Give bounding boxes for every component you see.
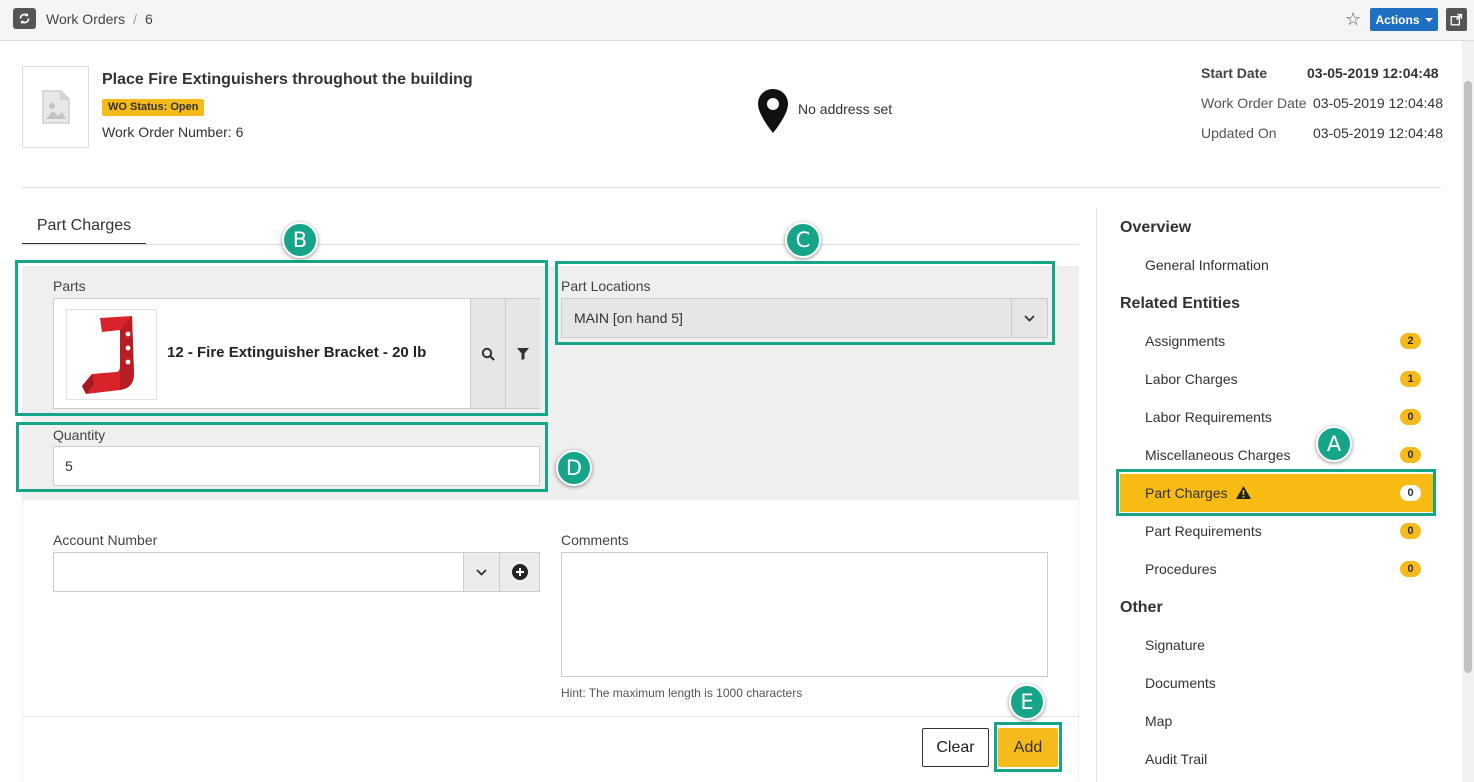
sidebar-item-label: Labor Charges — [1145, 371, 1238, 387]
meta-value: 03-05-2019 12:04:48 — [1307, 65, 1439, 81]
sidebar-item-label: Audit Trail — [1145, 751, 1208, 767]
sidebar-item-documents[interactable]: Documents — [1120, 664, 1433, 702]
form-footer-divider — [22, 716, 1079, 717]
sidebar-item-label: General Information — [1145, 257, 1269, 273]
count-badge: 0 — [1400, 561, 1421, 577]
comments-hint: Hint: The maximum length is 1000 charact… — [561, 686, 803, 700]
top-bar: Work Orders / 6 ☆ Actions — [0, 0, 1474, 41]
breadcrumb-work-orders[interactable]: Work Orders — [46, 11, 125, 27]
callout-box-parts — [15, 260, 548, 416]
sidebar-item-signature[interactable]: Signature — [1120, 626, 1433, 664]
comments-label: Comments — [561, 532, 629, 548]
meta-value: 03-05-2019 12:04:48 — [1313, 95, 1443, 111]
callout-box-add — [994, 722, 1062, 772]
actions-button[interactable]: Actions — [1370, 8, 1438, 31]
meta-label: Start Date — [1201, 65, 1268, 81]
callout-box-part-charges — [1116, 469, 1436, 516]
sidebar-item-labor-charges[interactable]: Labor Charges 1 — [1120, 360, 1433, 398]
external-link-icon — [1450, 13, 1463, 26]
callout-marker-a: A — [1316, 426, 1352, 462]
image-placeholder-icon — [41, 90, 70, 124]
count-badge: 0 — [1400, 447, 1421, 463]
add-account-button[interactable] — [499, 552, 540, 592]
work-order-image[interactable] — [22, 66, 89, 148]
plus-circle-icon — [511, 564, 528, 580]
meta-label: Work Order Date — [1201, 95, 1307, 111]
header-divider — [22, 187, 1441, 188]
sidebar-item-label: Assignments — [1145, 333, 1226, 349]
count-badge: 0 — [1400, 523, 1421, 539]
chevron-down-icon — [476, 568, 487, 576]
callout-box-part-locations — [555, 261, 1055, 345]
meta-label: Updated On — [1201, 125, 1277, 141]
scrollbar-thumb[interactable] — [1464, 81, 1472, 673]
tab-divider — [22, 244, 1079, 245]
sidebar-item-general-information[interactable]: General Information — [1120, 246, 1433, 284]
sidebar-item-label: Documents — [1145, 675, 1216, 691]
caret-down-icon — [1424, 17, 1433, 22]
callout-marker-b: B — [282, 222, 318, 258]
tab-part-charges[interactable]: Part Charges — [22, 212, 146, 245]
meta-value: 03-05-2019 12:04:48 — [1313, 125, 1443, 141]
count-badge: 2 — [1400, 333, 1421, 349]
sidebar-item-part-requirements[interactable]: Part Requirements 0 — [1120, 512, 1433, 550]
comments-textarea[interactable] — [561, 552, 1048, 677]
sidebar-heading-other: Other — [1120, 599, 1163, 616]
account-number-label: Account Number — [53, 532, 158, 548]
account-number-dropdown[interactable] — [463, 552, 500, 592]
star-icon[interactable]: ☆ — [1345, 9, 1361, 29]
work-order-number-value: 6 — [235, 124, 244, 140]
count-badge: 0 — [1400, 409, 1421, 425]
page-scrollbar[interactable] — [1462, 41, 1474, 782]
count-badge: 1 — [1400, 371, 1421, 387]
sidebar-item-label: Signature — [1145, 637, 1205, 653]
address-text: No address set — [798, 101, 893, 117]
sidebar-divider — [1096, 208, 1097, 782]
map-pin-icon — [758, 89, 788, 133]
sidebar-heading-related: Related Entities — [1120, 295, 1241, 312]
sidebar-item-label: Labor Requirements — [1145, 409, 1272, 425]
sidebar-heading-overview: Overview — [1120, 219, 1192, 236]
page-title: Place Fire Extinguishers throughout the … — [102, 71, 473, 88]
breadcrumb-separator: / — [133, 11, 137, 27]
account-number-select[interactable] — [53, 552, 464, 592]
callout-marker-c: C — [785, 222, 821, 258]
breadcrumb-current: 6 — [144, 11, 153, 27]
clear-button[interactable]: Clear — [922, 728, 989, 767]
sidebar-item-label: Miscellaneous Charges — [1145, 447, 1291, 463]
sidebar-item-labor-requirements[interactable]: Labor Requirements 0 — [1120, 398, 1433, 436]
callout-marker-e: E — [1009, 684, 1045, 720]
refresh-button[interactable] — [13, 8, 36, 29]
sidebar-item-assignments[interactable]: Assignments 2 — [1120, 322, 1433, 360]
callout-box-quantity — [16, 422, 548, 492]
sidebar-item-audit-trail[interactable]: Audit Trail — [1120, 740, 1433, 778]
sidebar-item-procedures[interactable]: Procedures 0 — [1120, 550, 1433, 588]
work-order-number-label: Work Order Number: — [102, 124, 232, 140]
actions-label: Actions — [1375, 12, 1420, 27]
export-button[interactable] — [1446, 8, 1467, 31]
callout-marker-d: D — [556, 450, 592, 486]
sidebar-item-label: Procedures — [1145, 561, 1217, 577]
sidebar-item-label: Part Requirements — [1145, 523, 1262, 539]
status-badge: WO Status: Open — [102, 99, 205, 116]
sidebar-item-map[interactable]: Map — [1120, 702, 1433, 740]
sidebar-item-label: Map — [1145, 713, 1173, 729]
work-order-number: Work Order Number: 6 — [102, 124, 243, 140]
refresh-icon — [19, 12, 30, 25]
breadcrumb: Work Orders / 6 — [46, 11, 153, 27]
